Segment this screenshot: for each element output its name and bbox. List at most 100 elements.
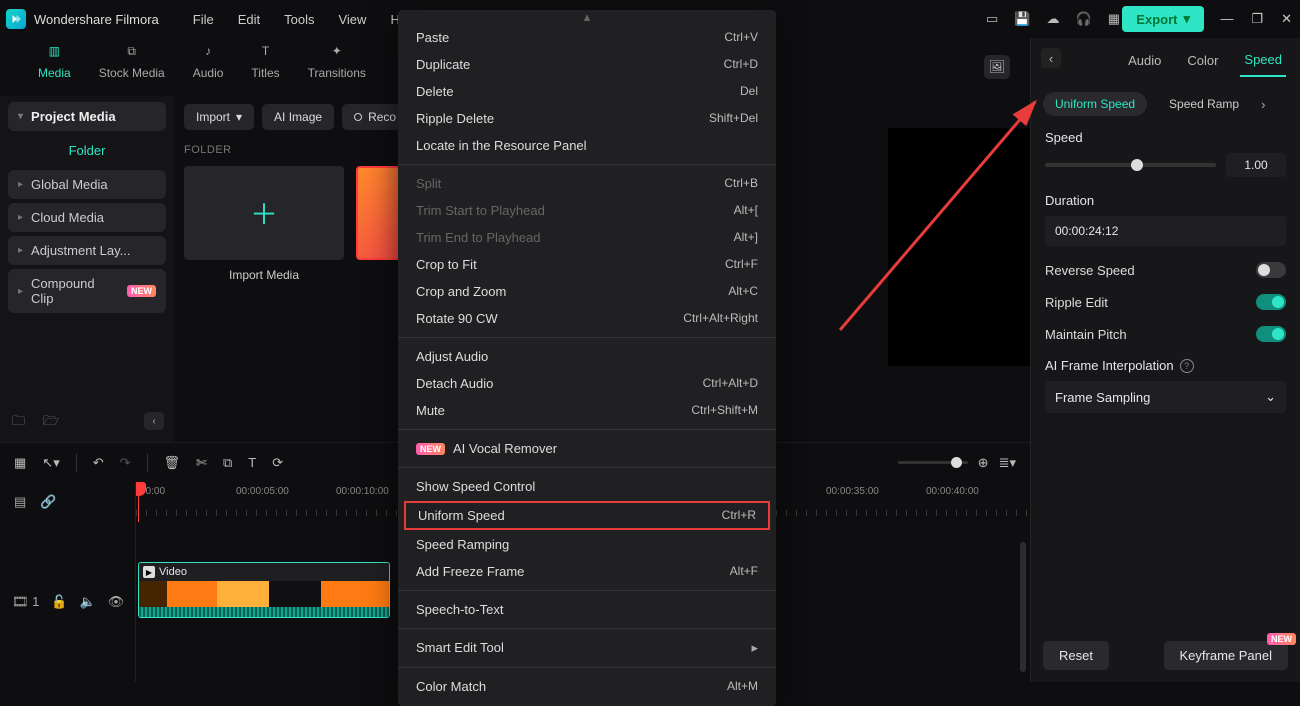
zoom-in-icon[interactable]: ⊕: [978, 455, 989, 471]
sidebar-item-adjustment-layer[interactable]: ▸ Adjustment Lay...: [8, 236, 166, 265]
select-value: Frame Sampling: [1055, 390, 1150, 405]
mute-icon[interactable]: 🔈: [80, 594, 96, 610]
ctx-rotate-90-cw[interactable]: Rotate 90 CWCtrl+Alt+Right: [398, 305, 776, 332]
subtab-speed-ramp[interactable]: Speed Ramp: [1157, 92, 1251, 116]
ctx-locate-in-the-resource-panel[interactable]: Locate in the Resource Panel: [398, 132, 776, 159]
export-button[interactable]: Export ▾: [1122, 6, 1204, 32]
ctx-trim-end-to-playhead: Trim End to PlayheadAlt+]: [398, 224, 776, 251]
text-icon[interactable]: T: [248, 455, 256, 470]
cloud-download-icon[interactable]: ☁: [1047, 11, 1060, 27]
ai-interpolation-select[interactable]: Frame Sampling ⌄: [1045, 381, 1286, 413]
keyframe-panel-button[interactable]: Keyframe Panel NEW: [1164, 641, 1289, 670]
inspector-back-button[interactable]: ‹: [1041, 48, 1061, 68]
sidebar-collapse-button[interactable]: ‹: [144, 412, 164, 430]
ctx-separator: [398, 429, 776, 430]
ctx-ai-vocal-remover[interactable]: NEWAI Vocal Remover: [398, 435, 776, 462]
ctx-speech-to-text[interactable]: Speech-to-Text: [398, 596, 776, 623]
zoom-slider[interactable]: [898, 461, 968, 464]
menu-view[interactable]: View: [328, 8, 376, 31]
menu-tools[interactable]: Tools: [274, 8, 324, 31]
save-icon[interactable]: 💾: [1014, 11, 1030, 27]
ctx-separator: [398, 164, 776, 165]
ctx-separator: [398, 628, 776, 629]
ripple-edit-toggle[interactable]: [1256, 294, 1286, 310]
playhead[interactable]: [138, 482, 139, 522]
image-view-toggle[interactable]: 🖼: [984, 55, 1010, 79]
menu-file[interactable]: File: [183, 8, 224, 31]
tab-stock-media[interactable]: ⧉ Stock Media: [99, 40, 165, 80]
maximize-button[interactable]: ❐: [1251, 11, 1263, 27]
ctx-ripple-delete[interactable]: Ripple DeleteShift+Del: [398, 105, 776, 132]
ctx-mute[interactable]: MuteCtrl+Shift+M: [398, 397, 776, 424]
tab-media[interactable]: ▥ Media: [38, 40, 71, 80]
speed-slider[interactable]: [1045, 163, 1216, 167]
tab-audio[interactable]: ♪ Audio: [193, 40, 224, 80]
ctx-delete[interactable]: DeleteDel: [398, 78, 776, 105]
headset-icon[interactable]: 🎧: [1076, 11, 1092, 27]
ctx-color-match[interactable]: Color MatchAlt+M: [398, 673, 776, 700]
timeline-clip[interactable]: ▶Video: [138, 562, 390, 618]
ctx-add-freeze-frame[interactable]: Add Freeze FrameAlt+F: [398, 558, 776, 585]
timeline-vertical-scrollbar[interactable]: [1020, 542, 1026, 672]
maintain-pitch-toggle[interactable]: [1256, 326, 1286, 342]
export-label: Export: [1136, 12, 1177, 27]
card-label: Import Media: [229, 268, 299, 282]
tab-transitions[interactable]: ✦ Transitions: [308, 40, 366, 80]
ctx-speed-ramping[interactable]: Speed Ramping: [398, 531, 776, 558]
auto-reconform-icon[interactable]: ▦: [14, 455, 26, 471]
link-icon[interactable]: 🔗: [40, 494, 56, 510]
lock-icon[interactable]: 🔓: [51, 594, 67, 610]
track-view-icon[interactable]: ≣▾: [999, 455, 1016, 471]
sidebar-item-cloud-media[interactable]: ▸ Cloud Media: [8, 203, 166, 232]
ctx-show-speed-control[interactable]: Show Speed Control: [398, 473, 776, 500]
sidebar-item-compound-clip[interactable]: ▸ Compound Clip NEW: [8, 269, 166, 313]
import-button[interactable]: Import ▾: [184, 104, 254, 130]
new-folder-icon[interactable]: 🗀: [12, 412, 25, 434]
ctx-detach-audio[interactable]: Detach AudioCtrl+Alt+D: [398, 370, 776, 397]
duration-field[interactable]: 00:00:24:12: [1045, 216, 1286, 246]
help-icon[interactable]: ?: [1180, 359, 1194, 373]
redo-icon[interactable]: ↷: [120, 455, 131, 471]
titles-icon: T: [255, 40, 277, 62]
ctx-uniform-speed[interactable]: Uniform SpeedCtrl+R: [404, 501, 770, 530]
video-track-header[interactable]: 🎞 1 🔓 🔈 👁: [0, 522, 135, 682]
speed-value[interactable]: 1.00: [1226, 153, 1286, 177]
ctx-duplicate[interactable]: DuplicateCtrl+D: [398, 51, 776, 78]
sidebar-project-media[interactable]: ▾ Project Media: [8, 102, 166, 131]
crop-icon[interactable]: ⧉: [223, 455, 232, 471]
apps-icon[interactable]: ▦: [1108, 11, 1120, 27]
reset-button[interactable]: Reset: [1043, 641, 1109, 670]
monitor-icon[interactable]: ▭: [986, 11, 998, 27]
speed-icon[interactable]: ⟳: [272, 455, 283, 471]
ai-interpolation-label: AI Frame Interpolation: [1045, 358, 1174, 373]
ai-image-button[interactable]: AI Image: [262, 104, 334, 130]
visibility-icon[interactable]: 👁: [108, 594, 125, 610]
close-button[interactable]: ✕: [1281, 11, 1292, 27]
delete-icon[interactable]: 🗑: [164, 455, 181, 471]
split-icon[interactable]: ✄: [196, 455, 207, 471]
subtab-uniform-speed[interactable]: Uniform Speed: [1043, 92, 1147, 116]
ctx-crop-and-zoom[interactable]: Crop and ZoomAlt+C: [398, 278, 776, 305]
chevron-down-icon: ⌄: [1265, 389, 1276, 405]
undo-icon[interactable]: ↶: [93, 455, 104, 471]
menu-edit[interactable]: Edit: [228, 8, 270, 31]
sidebar-folder[interactable]: Folder: [8, 135, 166, 166]
timeline-settings-icon[interactable]: ▤: [14, 494, 26, 510]
sidebar: ▾ Project Media Folder ▸ Global Media ▸ …: [0, 96, 174, 442]
tab-titles[interactable]: T Titles: [251, 40, 279, 80]
ctx-paste[interactable]: PasteCtrl+V: [398, 24, 776, 51]
reverse-speed-toggle[interactable]: [1256, 262, 1286, 278]
inspector-tab-speed[interactable]: Speed: [1240, 44, 1286, 77]
inspector-tab-audio[interactable]: Audio: [1124, 45, 1165, 76]
ctx-smart-edit-tool[interactable]: Smart Edit Tool▸: [398, 634, 776, 662]
ctx-adjust-audio[interactable]: Adjust Audio: [398, 343, 776, 370]
context-menu-scroll-up[interactable]: ▴: [398, 14, 776, 24]
minimize-button[interactable]: —: [1220, 11, 1233, 27]
import-media-card[interactable]: ＋ Import Media: [184, 166, 344, 282]
new-bin-icon[interactable]: 🗁: [43, 412, 59, 434]
ctx-crop-to-fit[interactable]: Crop to FitCtrl+F: [398, 251, 776, 278]
chevron-right-icon[interactable]: ›: [1261, 97, 1265, 112]
inspector-tab-color[interactable]: Color: [1183, 45, 1222, 76]
sidebar-item-global-media[interactable]: ▸ Global Media: [8, 170, 166, 199]
selection-tool-icon[interactable]: ↖▾: [42, 455, 59, 471]
